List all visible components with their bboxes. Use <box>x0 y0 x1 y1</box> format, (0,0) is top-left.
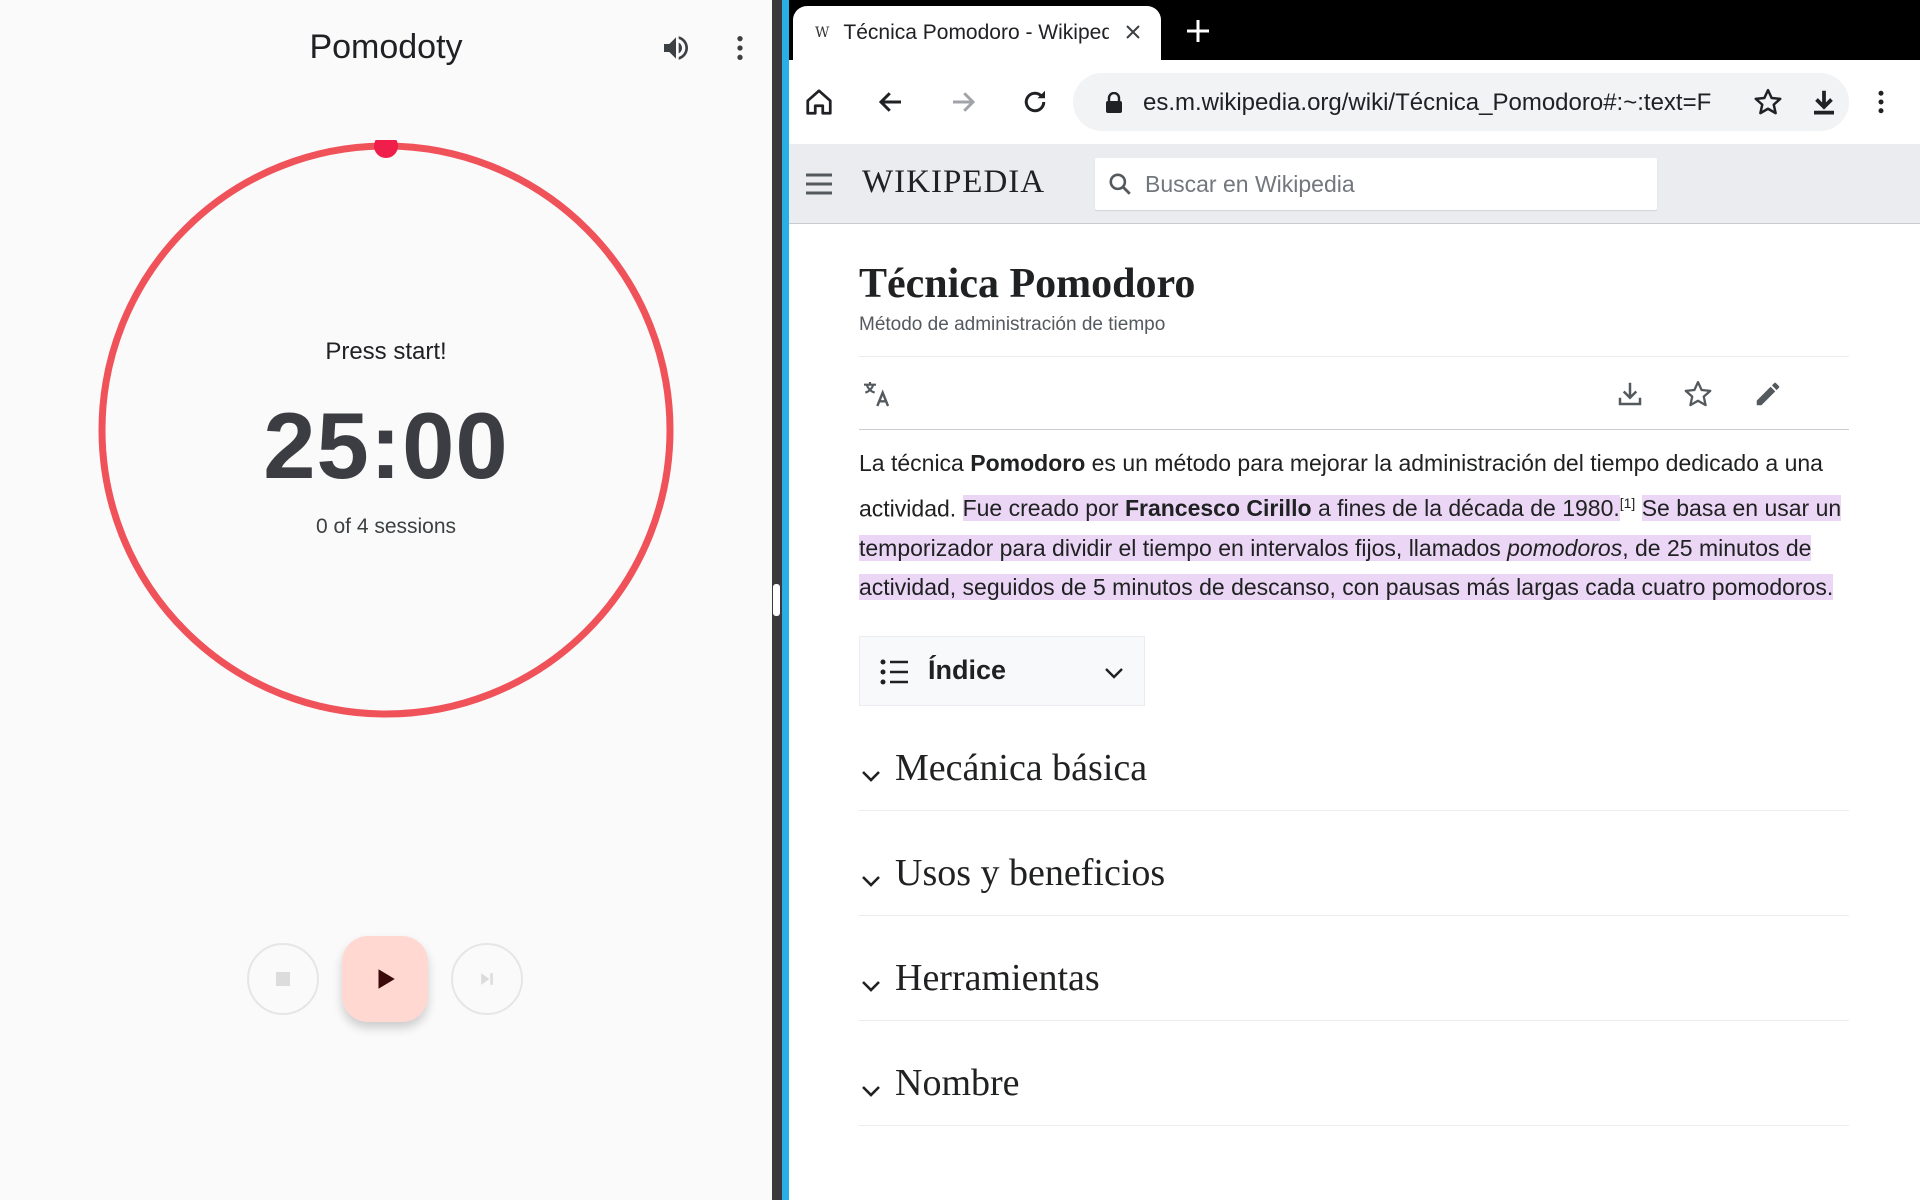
more-vert-icon[interactable] <box>1859 80 1903 124</box>
section-title: Herramientas <box>895 956 1100 999</box>
chevron-down-icon <box>862 980 880 992</box>
home-icon[interactable] <box>797 80 841 124</box>
url-text: es.m.wikipedia.org/wiki/Técnica_Pomodoro… <box>1143 89 1712 116</box>
download-icon[interactable] <box>1809 87 1839 117</box>
browser-pane: W Técnica Pomodoro - Wikipedia es.m.wiki… <box>789 0 1920 1200</box>
section-title: Usos y beneficios <box>895 851 1166 894</box>
search-icon <box>1109 173 1131 195</box>
back-icon[interactable] <box>869 80 913 124</box>
close-icon[interactable] <box>1121 20 1145 44</box>
wikipedia-logo[interactable]: WIKIPEDIA <box>862 164 1045 201</box>
volume-icon[interactable] <box>656 28 696 68</box>
play-icon <box>378 969 395 989</box>
search-placeholder: Buscar en Wikipedia <box>1145 171 1355 197</box>
reload-icon[interactable] <box>1013 80 1057 124</box>
article-content: Técnica Pomodoro Método de administració… <box>859 224 1849 1126</box>
toc-label: Índice <box>928 654 1007 685</box>
stop-icon <box>276 972 290 986</box>
section-title: Nombre <box>895 1061 1020 1104</box>
timer-display: 25:00 <box>263 393 509 498</box>
bold-term: Pomodoro <box>970 450 1086 476</box>
forward-icon[interactable] <box>941 80 985 124</box>
page-actions-bar <box>859 356 1849 430</box>
session-counter: 0 of 4 sessions <box>315 515 457 538</box>
tab-title: Técnica Pomodoro - Wikipedia <box>843 21 1110 44</box>
section-herramientas[interactable]: Herramientas <box>859 916 1849 1021</box>
chevron-down-icon <box>862 875 880 887</box>
skip-button[interactable] <box>451 943 523 1015</box>
section-usos-y-beneficios[interactable]: Usos y beneficios <box>859 811 1849 916</box>
download-icon[interactable] <box>1613 377 1647 411</box>
pomodoro-app-pane: Pomodoty Press start! 25:00 0 of 4 sessi… <box>0 0 772 1200</box>
star-icon[interactable] <box>1681 377 1715 411</box>
section-nombre[interactable]: Nombre <box>859 1021 1849 1126</box>
address-bar[interactable]: es.m.wikipedia.org/wiki/Técnica_Pomodoro… <box>1073 73 1849 131</box>
section-title: Mecánica básica <box>895 746 1148 789</box>
section-mecanica-basica[interactable]: Mecánica básica <box>859 706 1849 811</box>
hamburger-menu-icon[interactable] <box>803 168 835 200</box>
stop-button[interactable] <box>247 943 319 1015</box>
star-icon[interactable] <box>1753 87 1783 117</box>
browser-toolbar: es.m.wikipedia.org/wiki/Técnica_Pomodoro… <box>789 60 1920 144</box>
lead-paragraph: La técnica Pomodoro es un método para me… <box>859 450 1842 601</box>
search-input[interactable]: Buscar en Wikipedia <box>1095 158 1657 210</box>
play-button[interactable] <box>342 936 428 1022</box>
lock-icon <box>1106 92 1122 113</box>
chevron-down-icon <box>862 770 880 782</box>
wikipedia-favicon-icon: W <box>815 25 830 41</box>
timer-progress-knob <box>374 140 398 158</box>
plus-icon[interactable] <box>1181 14 1215 48</box>
link-francesco-cirillo[interactable]: Francesco Cirillo <box>1125 495 1312 521</box>
chevron-down-icon <box>1105 667 1123 679</box>
language-icon[interactable] <box>859 377 893 411</box>
split-divider-handle[interactable] <box>773 584 780 616</box>
page-description: Método de administración de tiempo <box>859 314 1166 335</box>
chevron-down-icon <box>862 1085 880 1097</box>
tab-strip: W Técnica Pomodoro - Wikipedia <box>789 0 1920 60</box>
skip-next-icon <box>481 973 493 985</box>
more-vert-icon[interactable] <box>720 28 760 68</box>
highlighted-text: Fue creado por Francesco Cirillo a fines… <box>962 495 1620 522</box>
split-divider-accent <box>782 0 789 1200</box>
list-icon <box>880 659 908 685</box>
table-of-contents-toggle[interactable]: Índice <box>859 635 1145 706</box>
wikipedia-header: WIKIPEDIA Buscar en Wikipedia <box>789 144 1920 224</box>
page-title: Técnica Pomodoro <box>859 261 1196 307</box>
reference-link[interactable]: [1] <box>1620 495 1636 511</box>
timer-status: Press start! <box>325 338 447 365</box>
edit-icon[interactable] <box>1751 377 1785 411</box>
browser-tab[interactable]: W Técnica Pomodoro - Wikipedia <box>793 6 1161 60</box>
